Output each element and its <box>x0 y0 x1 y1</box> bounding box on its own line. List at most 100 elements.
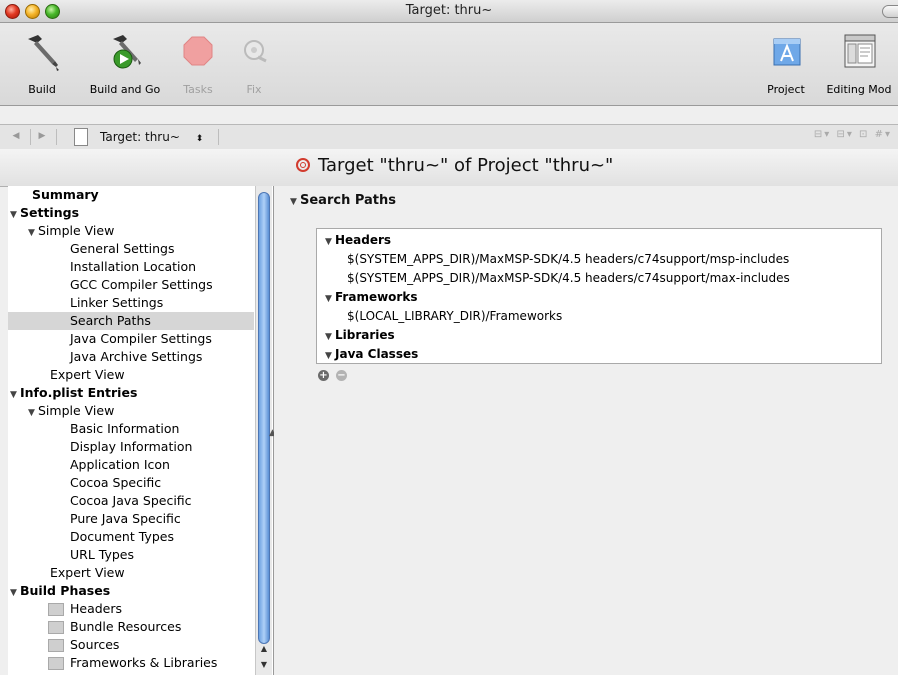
path-group[interactable]: ▼ Libraries <box>325 326 395 346</box>
title-bar[interactable]: Target: thru~ <box>0 0 898 23</box>
window-title: Target: thru~ <box>405 3 493 18</box>
sidebar-item-label: Java Archive Settings <box>70 349 203 364</box>
path-group[interactable]: ▼ Headers <box>325 231 391 251</box>
sidebar-item-label: Summary <box>32 187 99 202</box>
build-phase-icon <box>48 603 64 616</box>
sidebar-item[interactable]: Pure Java Specific <box>8 510 254 528</box>
search-paths-section[interactable]: ▼ Search Paths <box>290 193 396 208</box>
sidebar-item[interactable]: URL Types <box>8 546 254 564</box>
sidebar-item-label: Bundle Resources <box>70 619 182 634</box>
sidebar-item[interactable]: Cocoa Specific <box>8 474 254 492</box>
sidebar-item[interactable]: Expert View <box>8 564 254 582</box>
target-popup[interactable]: Target: thru~ ⬍ <box>100 128 203 146</box>
project-icon <box>773 38 801 66</box>
sidebar-item[interactable]: Sources <box>8 636 254 654</box>
sidebar-item[interactable]: Cocoa Java Specific <box>8 492 254 510</box>
sidebar-item-label: Display Information <box>70 439 193 454</box>
disclosure-triangle-icon[interactable]: ▼ <box>325 328 335 346</box>
sidebar-item-label: URL Types <box>70 547 134 562</box>
sidebar-item[interactable]: Frameworks & Libraries <box>8 654 254 672</box>
path-group-label: Java Classes <box>335 347 419 361</box>
disclosure-triangle-icon[interactable]: ▼ <box>290 197 300 207</box>
settings-sidebar: Summary ▼ Settings ▼ Simple View General Sett… <box>8 186 274 675</box>
document-icon <box>74 128 88 146</box>
separator <box>56 129 57 145</box>
editor-window-icon <box>844 34 876 68</box>
sidebar-item[interactable]: General Settings <box>8 240 254 258</box>
sidebar-item[interactable]: Java Compiler Settings <box>8 330 254 348</box>
build-button[interactable]: Build <box>24 23 60 105</box>
sidebar-item[interactable]: Expert View <box>8 366 254 384</box>
fix-label: Fix <box>246 83 262 96</box>
back-arrow-icon[interactable]: ◀ <box>8 129 24 144</box>
sidebar-item[interactable]: ▼ Settings <box>8 204 254 222</box>
navigation-bar: ◀ ▶ Target: thru~ ⬍ ⊟▾ ⊟▾ ⊡ #▾ <box>0 124 898 150</box>
sidebar-item[interactable]: Bundle Resources <box>8 618 254 636</box>
xcode-target-window: Target: thru~ Build Build and Go Tasks F… <box>0 0 898 675</box>
path-entry[interactable]: $(SYSTEM_APPS_DIR)/MaxMSP-SDK/4.5 header… <box>347 250 789 268</box>
sidebar-item-label: Basic Information <box>70 421 180 436</box>
forward-arrow-icon[interactable]: ▶ <box>34 129 50 144</box>
toolbar-toggle-button[interactable] <box>882 5 898 18</box>
sidebar-item-label: Build Phases <box>20 583 111 598</box>
sidebar-item[interactable]: Linker Settings <box>8 294 254 312</box>
path-entry-label: $(SYSTEM_APPS_DIR)/MaxMSP-SDK/4.5 header… <box>347 252 790 266</box>
sidebar-item[interactable]: Document Types <box>8 528 254 546</box>
sidebar-item[interactable]: Headers <box>8 600 254 618</box>
path-entry[interactable]: $(SYSTEM_APPS_DIR)/MaxMSP-SDK/4.5 header… <box>347 269 790 287</box>
sidebar-item[interactable]: Installation Location <box>8 258 254 276</box>
sidebar-item-label: Simple View <box>38 403 115 418</box>
build-phase-icon <box>48 639 64 652</box>
editing-mode-button[interactable]: Editing Mod <box>826 23 892 105</box>
remove-path-button[interactable]: − <box>336 370 347 381</box>
sidebar-item[interactable]: ▼ Build Phases <box>8 582 254 600</box>
path-group-label: Frameworks <box>335 290 418 304</box>
sidebar-item-label: Cocoa Specific <box>70 475 162 490</box>
sidebar-item[interactable]: Basic Information <box>8 420 254 438</box>
build-and-go-label: Build and Go <box>89 83 161 96</box>
editing-mode-label: Editing Mod <box>826 83 892 96</box>
path-entry-label: $(LOCAL_LIBRARY_DIR)/Frameworks <box>347 309 563 323</box>
sidebar-item-label: Expert View <box>50 367 125 382</box>
hammer-icon <box>28 35 59 71</box>
sidebar-item[interactable]: Search Paths <box>8 312 254 330</box>
sidebar-item[interactable]: Summary <box>8 186 254 204</box>
sidebar-item-label: Document Types <box>70 529 174 544</box>
sidebar-item[interactable]: Display Information <box>8 438 254 456</box>
disclosure-triangle-icon[interactable]: ▼ <box>325 347 335 365</box>
sidebar-item[interactable]: ▼ Simple View <box>8 402 254 420</box>
sidebar-item-label: Headers <box>70 601 123 616</box>
build-and-go-button[interactable]: Build and Go <box>90 23 160 105</box>
path-group-label: Headers <box>335 233 392 247</box>
sidebar-item-label: Pure Java Specific <box>70 511 181 526</box>
project-button[interactable]: Project <box>764 23 808 105</box>
sidebar-item-label: Installation Location <box>70 259 197 274</box>
sidebar-item[interactable]: ▼ Simple View <box>8 222 254 240</box>
popup-arrows-icon: ⬍ <box>195 134 204 144</box>
sidebar-item[interactable]: GCC Compiler Settings <box>8 276 254 294</box>
scroll-down-arrow-icon[interactable]: ▼ <box>256 658 272 672</box>
path-group[interactable]: ▼ Frameworks <box>325 288 417 308</box>
sidebar-item[interactable]: Application Icon <box>8 456 254 474</box>
page-title-text: Target "thru~" of Project "thru~" <box>318 155 614 176</box>
nav-right-controls[interactable]: ⊟▾ ⊟▾ ⊡ #▾ <box>814 129 892 140</box>
sidebar-item-label: Search Paths <box>70 313 151 328</box>
separator <box>30 129 31 145</box>
path-entry[interactable]: $(LOCAL_LIBRARY_DIR)/Frameworks <box>347 307 562 325</box>
build-phase-icon <box>48 657 64 670</box>
add-path-button[interactable]: + <box>318 370 329 381</box>
build-label: Build <box>28 83 56 96</box>
sidebar-item[interactable]: Java Archive Settings <box>8 348 254 366</box>
search-paths-list[interactable]: ▼ Headers $(SYSTEM_APPS_DIR)/MaxMSP-SDK/4.… <box>316 228 882 364</box>
disclosure-triangle-icon[interactable]: ▼ <box>325 290 335 308</box>
scroll-up-arrow-icon[interactable]: ▲ <box>256 642 272 656</box>
fix-button[interactable]: Fix <box>239 23 269 105</box>
path-group[interactable]: ▼ Java Classes <box>325 345 418 365</box>
sidebar-item[interactable]: ▼ Info.plist Entries <box>8 384 254 402</box>
disclosure-triangle-icon[interactable]: ▼ <box>325 233 335 251</box>
sidebar-item-label: Cocoa Java Specific <box>70 493 192 508</box>
tasks-button[interactable]: Tasks <box>180 23 216 105</box>
stop-icon <box>183 36 213 66</box>
scroll-thumb[interactable] <box>258 192 270 644</box>
path-group-label: Libraries <box>335 328 395 342</box>
